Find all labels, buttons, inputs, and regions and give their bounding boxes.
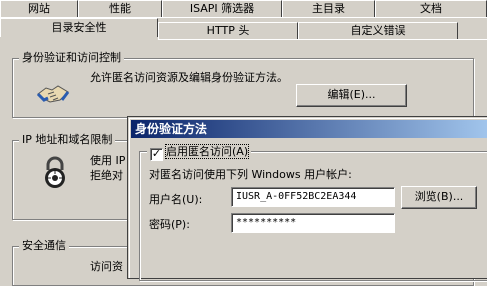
- anon-access-checkbox[interactable]: ✓: [150, 148, 163, 161]
- account-caption: 对匿名访问使用下列 Windows 用户帐户:: [149, 168, 352, 181]
- dialog-titlebar[interactable]: 身份验证方法: [131, 120, 487, 138]
- auth-description: 允许匿名访问资源及编辑身份验证方法。: [90, 71, 288, 84]
- auth-group-legend: 身份验证和访问控制: [19, 52, 124, 64]
- tab-performance[interactable]: 性能: [78, 0, 162, 17]
- dialog-title: 身份验证方法: [135, 122, 208, 136]
- password-label: 密码(P):: [149, 218, 190, 231]
- tab-http-headers[interactable]: HTTP 头: [158, 22, 298, 39]
- ip-text-line1: 使用 IP: [90, 154, 126, 167]
- tab-documents[interactable]: 文档: [375, 0, 487, 17]
- browse-button[interactable]: 浏览(B)...: [401, 186, 477, 209]
- ip-group-legend: IP 地址和域名限制: [19, 134, 116, 146]
- tab-home-directory[interactable]: 主目录: [282, 0, 375, 17]
- tab-directory-security[interactable]: 目录安全性: [0, 18, 158, 37]
- tab-custom-errors[interactable]: 自定义错误: [298, 22, 458, 39]
- ip-text-line2: 拒绝对: [90, 169, 123, 182]
- auth-methods-dialog: 身份验证方法 ✓ 启用匿名访问(A) 对匿名访问使用下列 Windows 用户帐户…: [128, 117, 487, 281]
- tab-website[interactable]: 网站: [0, 0, 78, 17]
- password-input[interactable]: **********: [231, 213, 395, 233]
- secure-group-legend: 安全通信: [19, 240, 69, 252]
- tab-isapi-filters[interactable]: ISAPI 筛选器: [162, 0, 282, 17]
- anon-checkbox-row[interactable]: ✓ 启用匿名访问(A): [147, 143, 252, 161]
- anon-access-label: 启用匿名访问(A): [164, 144, 250, 159]
- edit-auth-button[interactable]: 编辑(E)...: [296, 84, 407, 107]
- username-label: 用户名(U):: [149, 193, 203, 206]
- username-input[interactable]: IUSR_A-0FF52BC2EA344: [231, 187, 395, 207]
- secure-text-partial: 访问资: [90, 260, 123, 273]
- lock-icon: [40, 156, 70, 190]
- handshake-icon: [36, 80, 70, 106]
